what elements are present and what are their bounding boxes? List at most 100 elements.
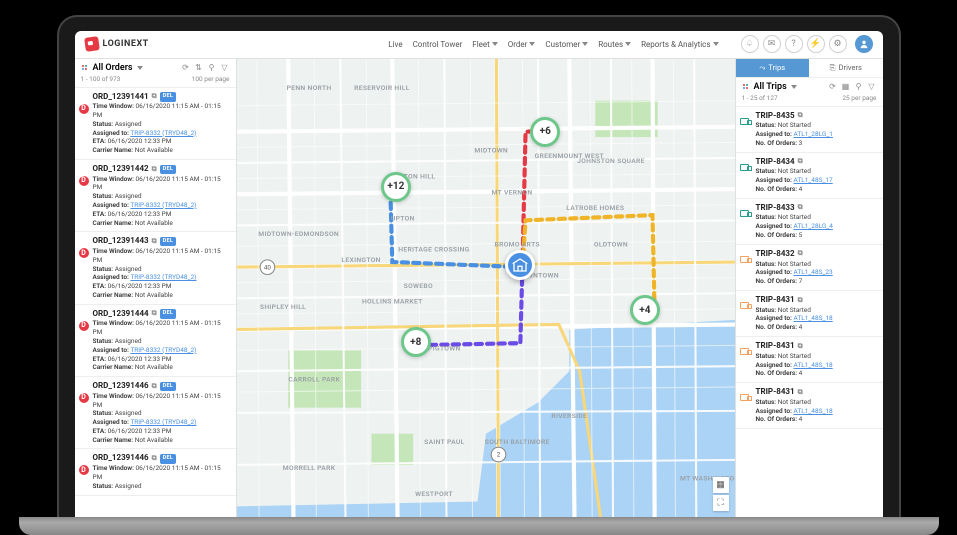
bolt-icon[interactable]: ⚡ (807, 35, 825, 53)
trip-order-count: No. Of Orders: 4 (756, 369, 877, 378)
open-icon[interactable]: ⧉ (152, 237, 157, 246)
trips-per-page[interactable]: 25 per page (842, 94, 876, 102)
trip-vehicle-link[interactable]: ATL1_28LG_1 (794, 130, 833, 138)
trips-panel: ⤳ Trips ⎘ Drivers All Trips ⟳ (735, 59, 883, 517)
order-trip-link[interactable]: TRIP-8332 (TRYD48_2) (130, 273, 196, 281)
help-icon[interactable]: ? (785, 35, 803, 53)
trip-status: Status: Not Started (756, 260, 877, 269)
nav-item-order[interactable]: Order (508, 40, 536, 49)
brand-logo[interactable]: LOGINEXT (85, 37, 149, 51)
open-icon[interactable]: ⧉ (798, 111, 803, 120)
chat-icon[interactable]: ✉ (763, 35, 781, 53)
map-cluster[interactable]: +4 (630, 295, 660, 325)
trip-card[interactable]: TRIP-8434 ⧉Status: Not StartedAssigned t… (736, 153, 883, 199)
filter-icon[interactable]: ▽ (867, 82, 877, 92)
order-trip-link[interactable]: TRIP-8332 (TRYD48_2) (130, 418, 196, 426)
map-cluster[interactable]: +6 (530, 117, 560, 147)
open-icon[interactable]: ⧉ (798, 296, 803, 305)
trips-panel-title[interactable]: All Trips (754, 82, 787, 92)
order-id: ORD_12391444 ⧉ DEL (93, 309, 177, 320)
trips-list[interactable]: TRIP-8435 ⧉Status: Not StartedAssigned t… (736, 107, 883, 517)
nav-item-customer[interactable]: Customer (545, 40, 588, 49)
order-marker-icon: D (79, 248, 89, 258)
bell-icon[interactable]: ♤ (741, 35, 759, 53)
trip-status: Status: Not Started (756, 352, 877, 361)
trip-vehicle-link[interactable]: ATL1_48S_18 (794, 407, 833, 415)
order-type-badge: DEL (160, 165, 177, 174)
hub-marker[interactable] (505, 250, 535, 280)
svg-text:MT VERNON: MT VERNON (491, 188, 532, 196)
sort-icon[interactable]: ⇅ (194, 63, 204, 73)
filter-icon[interactable]: ▽ (220, 63, 230, 73)
open-icon[interactable]: ⧉ (798, 203, 803, 212)
open-icon[interactable]: ⧉ (798, 157, 803, 166)
order-id: ORD_12391446 ⧉ DEL (93, 453, 177, 464)
chevron-down-icon[interactable] (137, 66, 143, 70)
open-icon[interactable]: ⧉ (152, 382, 157, 391)
adjust-icon[interactable]: ⚲ (854, 82, 864, 92)
trip-card[interactable]: TRIP-8433 ⧉Status: Not StartedAssigned t… (736, 199, 883, 245)
trip-card[interactable]: TRIP-8431 ⧉Status: Not StartedAssigned t… (736, 337, 883, 383)
tab-drivers[interactable]: ⎘ Drivers (809, 59, 883, 77)
trip-order-count: No. Of Orders: 5 (756, 231, 877, 240)
orders-page-info: 1 - 100 of 973 (81, 75, 121, 83)
open-icon[interactable]: ⧉ (152, 165, 157, 174)
order-card[interactable]: DORD_12391446 ⧉ DELTime Window: 06/16/20… (75, 377, 236, 449)
trip-card[interactable]: TRIP-8431 ⧉Status: Not StartedAssigned t… (736, 383, 883, 429)
order-card[interactable]: DORD_12391442 ⧉ DELTime Window: 06/16/20… (75, 160, 236, 232)
trip-vehicle-link[interactable]: ATL1_48S_17 (794, 176, 833, 184)
order-status: Status: Assigned (93, 337, 230, 346)
order-trip-link[interactable]: TRIP-8332 (TRYD48_2) (130, 201, 196, 209)
open-icon[interactable]: ⧉ (798, 342, 803, 351)
tab-trips[interactable]: ⤳ Trips (736, 59, 810, 77)
map-cluster[interactable]: +12 (381, 172, 411, 202)
trip-id: TRIP-8434 ⧉ (756, 157, 803, 168)
trip-card[interactable]: TRIP-8432 ⧉Status: Not StartedAssigned t… (736, 245, 883, 291)
nav-item-fleet[interactable]: Fleet (472, 40, 497, 49)
chevron-down-icon[interactable] (791, 85, 797, 89)
order-trip-link[interactable]: TRIP-8332 (TRYD48_2) (130, 346, 196, 354)
open-icon[interactable]: ⧉ (152, 92, 157, 101)
orders-per-page[interactable]: 100 per page (192, 75, 230, 83)
order-trip-link[interactable]: TRIP-8332 (TRYD48_2) (130, 129, 196, 137)
order-id: ORD_12391443 ⧉ DEL (93, 236, 177, 247)
orders-panel-title[interactable]: All Orders (93, 63, 133, 73)
trip-vehicle-link[interactable]: ATL1_28LG_4 (794, 222, 833, 230)
trip-card[interactable]: TRIP-8431 ⧉Status: Not StartedAssigned t… (736, 291, 883, 337)
map-cluster[interactable]: +8 (401, 327, 431, 357)
settings-icon[interactable]: ⚙ (829, 35, 847, 53)
refresh-icon[interactable]: ⟳ (181, 63, 191, 73)
open-icon[interactable]: ⧉ (798, 249, 803, 258)
nav-item-reports-analytics[interactable]: Reports & Analytics (641, 40, 718, 49)
adjust-icon[interactable]: ⚲ (207, 63, 217, 73)
order-card[interactable]: DORD_12391441 ⧉ DELTime Window: 06/16/20… (75, 88, 236, 160)
trip-vehicle-link[interactable]: ATL1_48S_23 (794, 268, 833, 276)
order-carrier: Carrier Name: Not Available (93, 436, 230, 445)
svg-text:2: 2 (496, 450, 500, 458)
open-icon[interactable]: ⧉ (798, 388, 803, 397)
orders-list[interactable]: DORD_12391441 ⧉ DELTime Window: 06/16/20… (75, 88, 236, 517)
nav-item-live[interactable]: Live (388, 40, 402, 49)
order-card[interactable]: DORD_12391446 ⧉ DELTime Window: 06/16/20… (75, 449, 236, 495)
map-fullscreen-icon[interactable]: ⛶ (713, 495, 729, 511)
svg-text:PENN NORTH: PENN NORTH (286, 84, 331, 92)
trip-card[interactable]: TRIP-8435 ⧉Status: Not StartedAssigned t… (736, 107, 883, 153)
trip-status: Status: Not Started (756, 167, 877, 176)
order-type-badge: DEL (160, 382, 177, 391)
order-card[interactable]: DORD_12391444 ⧉ DELTime Window: 06/16/20… (75, 305, 236, 377)
order-carrier: Carrier Name: Not Available (93, 291, 230, 300)
map-view[interactable]: RESERVOIR HILLPENN NORTHMIDTOWNMIDTOWN-E… (237, 59, 735, 517)
nav-item-routes[interactable]: Routes (598, 40, 631, 49)
svg-text:HOLLINS MARKET: HOLLINS MARKET (361, 297, 422, 305)
map-layers-icon[interactable]: ▦ (713, 477, 729, 493)
open-icon[interactable]: ⧉ (152, 309, 157, 318)
svg-text:UPTON: UPTON (390, 214, 414, 222)
refresh-icon[interactable]: ⟳ (828, 82, 838, 92)
order-card[interactable]: DORD_12391443 ⧉ DELTime Window: 06/16/20… (75, 232, 236, 304)
trip-vehicle-link[interactable]: ATL1_48S_18 (794, 361, 833, 369)
trip-vehicle-link[interactable]: ATL1_48S_18 (794, 314, 833, 322)
nav-item-control-tower[interactable]: Control Tower (413, 40, 463, 49)
open-icon[interactable]: ⧉ (152, 454, 157, 463)
grid-icon[interactable]: ▦ (841, 82, 851, 92)
user-avatar[interactable] (855, 35, 873, 53)
